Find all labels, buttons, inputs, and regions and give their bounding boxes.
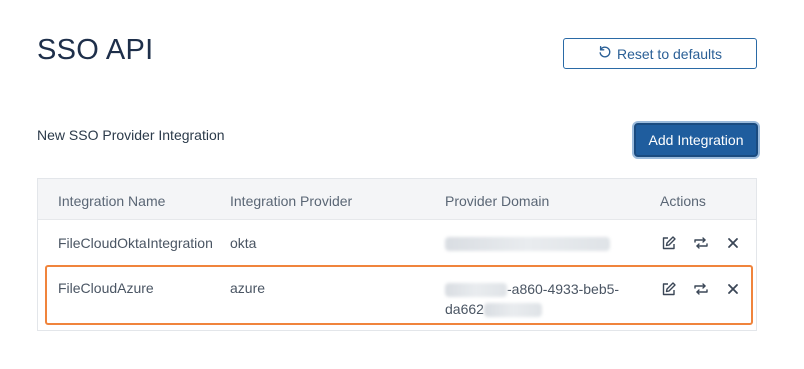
table-header: Integration Name Integration Provider Pr… — [38, 179, 756, 220]
reset-to-defaults-button[interactable]: Reset to defaults — [563, 38, 757, 69]
provider-domain-redacted — [445, 235, 610, 252]
column-header-provider: Integration Provider — [230, 193, 353, 209]
page-title: SSO API — [37, 34, 154, 66]
reset-icon — [598, 45, 612, 62]
table-row: FileCloudOktaIntegration okta — [38, 220, 756, 266]
close-icon[interactable] — [724, 234, 742, 252]
sync-icon[interactable] — [692, 234, 710, 252]
column-header-domain: Provider Domain — [445, 193, 550, 209]
add-integration-button[interactable]: Add Integration — [634, 123, 758, 157]
integration-provider: okta — [230, 235, 257, 251]
row-highlight-box — [45, 265, 753, 325]
integration-name: FileCloudOktaIntegration — [58, 235, 213, 251]
reset-button-label: Reset to defaults — [616, 45, 723, 62]
row-actions — [660, 234, 742, 252]
section-label: New SSO Provider Integration — [37, 127, 225, 143]
column-header-actions: Actions — [660, 193, 706, 209]
edit-icon[interactable] — [660, 234, 678, 252]
column-header-name: Integration Name — [58, 193, 166, 209]
